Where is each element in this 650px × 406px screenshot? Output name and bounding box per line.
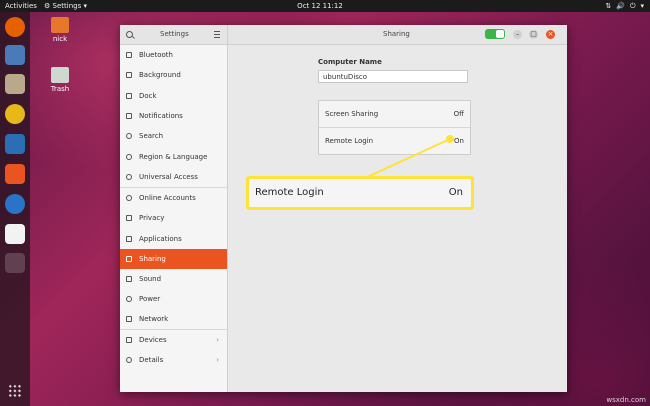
callout-label: Remote Login (255, 187, 324, 198)
callout-zoom: Remote Login On (249, 179, 471, 207)
watermark: wsxdn.com (606, 396, 646, 404)
callout-highlight: Remote Login On (246, 176, 474, 210)
callout-dot (446, 135, 454, 143)
callout-state: On (448, 187, 463, 198)
